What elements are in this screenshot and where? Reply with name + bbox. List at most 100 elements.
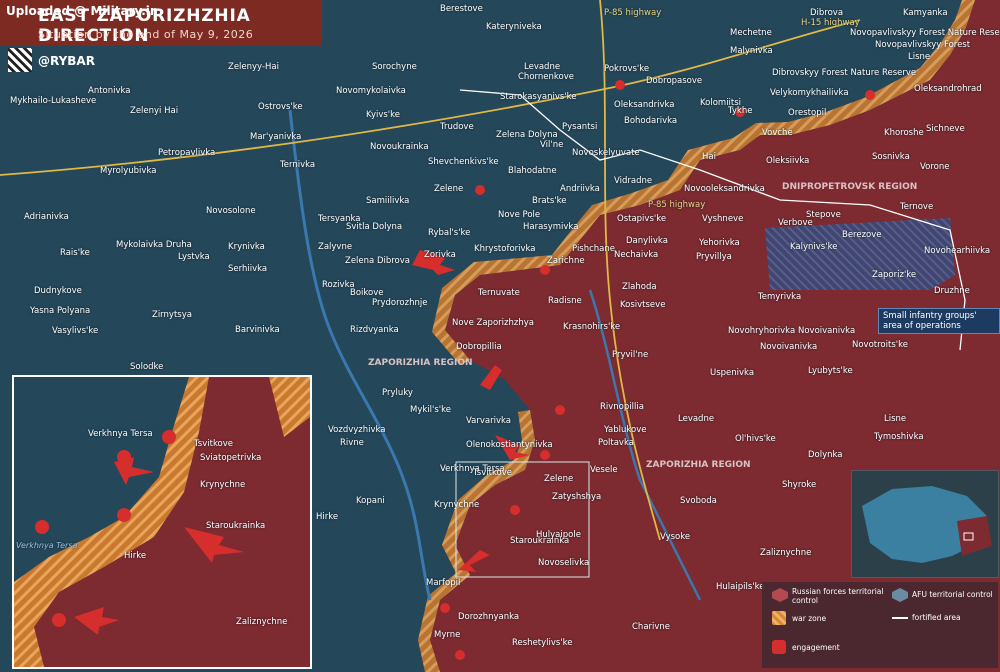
settlement-label: Lyubyts'ke bbox=[808, 366, 853, 376]
settlement-label: Serhiivka bbox=[228, 264, 268, 274]
settlement-label: Vyshneve bbox=[702, 214, 744, 224]
settlement-label: Rybal's'ke bbox=[428, 228, 471, 238]
settlement-label: Khoroshe bbox=[884, 128, 924, 138]
settlement-label: Radisne bbox=[548, 296, 582, 306]
engagement-marker bbox=[615, 80, 625, 90]
settlement-label: Dobropillia bbox=[456, 342, 502, 352]
inset-engagement-marker bbox=[52, 613, 66, 627]
road-label-p85-top: P-85 highway bbox=[604, 8, 662, 18]
settlement-label: Brats'ke bbox=[532, 196, 567, 206]
road-label-p85-mid: P-85 highway bbox=[648, 200, 706, 210]
settlement-label: Tymoshivka bbox=[874, 432, 924, 442]
settlement-label: Boikove bbox=[350, 288, 384, 298]
settlement-label: Zelene bbox=[434, 184, 464, 194]
settlement-label: Lystvka bbox=[178, 252, 210, 262]
settlement-label: Marfopil bbox=[426, 578, 461, 588]
settlement-label: Ternivka bbox=[280, 160, 316, 170]
legend-fortified-swatch bbox=[892, 617, 908, 619]
settlement-label: Vysoke bbox=[660, 532, 691, 542]
settlement-label: Stepove bbox=[806, 210, 841, 220]
settlement-label: Yablukove bbox=[604, 425, 647, 435]
settlement-label: Rivnopillia bbox=[600, 402, 644, 412]
settlement-label: Novohryhorivka bbox=[728, 326, 796, 336]
settlement-label: Rizdvyanka bbox=[350, 325, 399, 335]
settlement-label: Pryvillya bbox=[696, 252, 732, 262]
settlement-label: Ostapivs'ke bbox=[617, 214, 667, 224]
engagement-marker bbox=[865, 90, 875, 100]
settlement-label: Charivne bbox=[632, 622, 671, 632]
settlement-label: Kalynivs'ke bbox=[790, 242, 838, 252]
inset-label: Sviatopetrivka bbox=[200, 453, 262, 463]
settlement-label: Kateryniveka bbox=[486, 22, 542, 32]
settlement-label: Oleksiivka bbox=[766, 156, 810, 166]
engagement-marker bbox=[555, 405, 565, 415]
settlement-label: Harasymivka bbox=[523, 222, 579, 232]
legend-engagement-swatch bbox=[772, 640, 786, 654]
settlement-label: Kamyanka bbox=[903, 8, 948, 18]
settlement-label: Mykil's'ke bbox=[410, 405, 451, 415]
settlement-label: Myrne bbox=[434, 630, 461, 640]
settlement-label: Krasnohirs'ke bbox=[563, 322, 621, 332]
settlement-label: Hai bbox=[702, 152, 716, 162]
settlement-label: Lisne bbox=[908, 52, 931, 62]
inset-label: Krynychne bbox=[200, 480, 246, 490]
legend: Russian forces territorial control AFU t… bbox=[762, 582, 998, 668]
settlement-label: Zelena Dolyna bbox=[496, 130, 558, 140]
settlement-label: Petropavlivka bbox=[158, 148, 216, 158]
settlement-label: Ternuvate bbox=[478, 288, 520, 298]
settlement-label: Berezove bbox=[842, 230, 882, 240]
engagement-marker bbox=[540, 450, 550, 460]
settlement-label: Hirke bbox=[316, 512, 339, 522]
settlement-label: Kopani bbox=[356, 496, 385, 506]
settlement-label: Mechetne bbox=[730, 28, 772, 38]
road-label-h15: H-15 highway bbox=[801, 18, 860, 28]
settlement-label: Adrianivka bbox=[24, 212, 69, 222]
settlement-label: Malynivka bbox=[730, 46, 773, 56]
settlement-label: Oleksandrohrad bbox=[914, 84, 982, 94]
inset-map: Verkhnya Tersa Tsvitkove Sviatopetrivka … bbox=[12, 375, 312, 669]
settlement-label: Novohearhiivka bbox=[924, 246, 991, 256]
settlement-label: Bohodarivka bbox=[624, 116, 678, 126]
settlement-label: Hulyaipole bbox=[536, 530, 581, 540]
settlement-label: Berestove bbox=[440, 4, 483, 14]
settlement-label: Dibrova bbox=[810, 8, 844, 18]
inset-label: Zaliznychne bbox=[236, 617, 288, 627]
settlement-label: Nove Pole bbox=[498, 210, 541, 220]
settlement-label: Dobropasove bbox=[646, 76, 703, 86]
settlement-label: Krynychne bbox=[434, 500, 480, 510]
settlement-label: Zelena Dibrova bbox=[345, 256, 410, 266]
settlement-label: Shyroke bbox=[782, 480, 817, 490]
region-label-zaporizhia-north: ZAPORIZHIA REGION bbox=[368, 358, 473, 368]
settlement-label: Zelenyi Hai bbox=[130, 106, 179, 116]
settlement-label: Krynivka bbox=[228, 242, 265, 252]
settlement-label: Rivne bbox=[340, 438, 364, 448]
settlement-label: Kyivs'ke bbox=[366, 110, 400, 120]
settlement-label: Veselе bbox=[590, 465, 618, 475]
settlement-label: Tykhe bbox=[728, 106, 753, 116]
settlement-label: Zelene bbox=[544, 474, 574, 484]
settlement-label: Starokasyanivs'ke bbox=[500, 92, 577, 102]
settlement-label: Yehorivka bbox=[699, 238, 740, 248]
settlement-label: Nechaivka bbox=[614, 250, 659, 260]
reserve-label-dibrovsky: Dibrovskyy Forest Nature Reserve bbox=[772, 68, 917, 78]
settlement-label: Chornenkove bbox=[518, 72, 574, 82]
settlement-label: Dolynka bbox=[808, 450, 843, 460]
legend-afu-swatch bbox=[892, 588, 908, 602]
settlement-label: Varvarivka bbox=[466, 416, 511, 426]
settlement-label: Pryluky bbox=[382, 388, 413, 398]
inset-attack-arrow bbox=[74, 607, 119, 635]
brand-handle: @RYBAR bbox=[38, 54, 95, 68]
settlement-label: Orestopil bbox=[788, 108, 827, 118]
legend-fortified-label: fortified area bbox=[912, 613, 961, 622]
settlement-label: Zalyvne bbox=[318, 242, 353, 252]
settlement-label: Pryvil'ne bbox=[612, 350, 649, 360]
settlement-label: Zatyshshya bbox=[552, 492, 602, 502]
settlement-label: Oleksandrivka bbox=[614, 100, 675, 110]
region-label-dnipropetrovsk: DNIPROPETROVSK REGION bbox=[782, 182, 918, 192]
settlement-label: Sichneve bbox=[926, 124, 965, 134]
settlement-label: Blahodatne bbox=[508, 166, 557, 176]
settlement-label: Rais'ke bbox=[60, 248, 90, 258]
inset-engagement-marker bbox=[117, 508, 131, 522]
settlement-label: Novoivanivka bbox=[760, 342, 818, 352]
minimap-canvas bbox=[862, 486, 992, 563]
